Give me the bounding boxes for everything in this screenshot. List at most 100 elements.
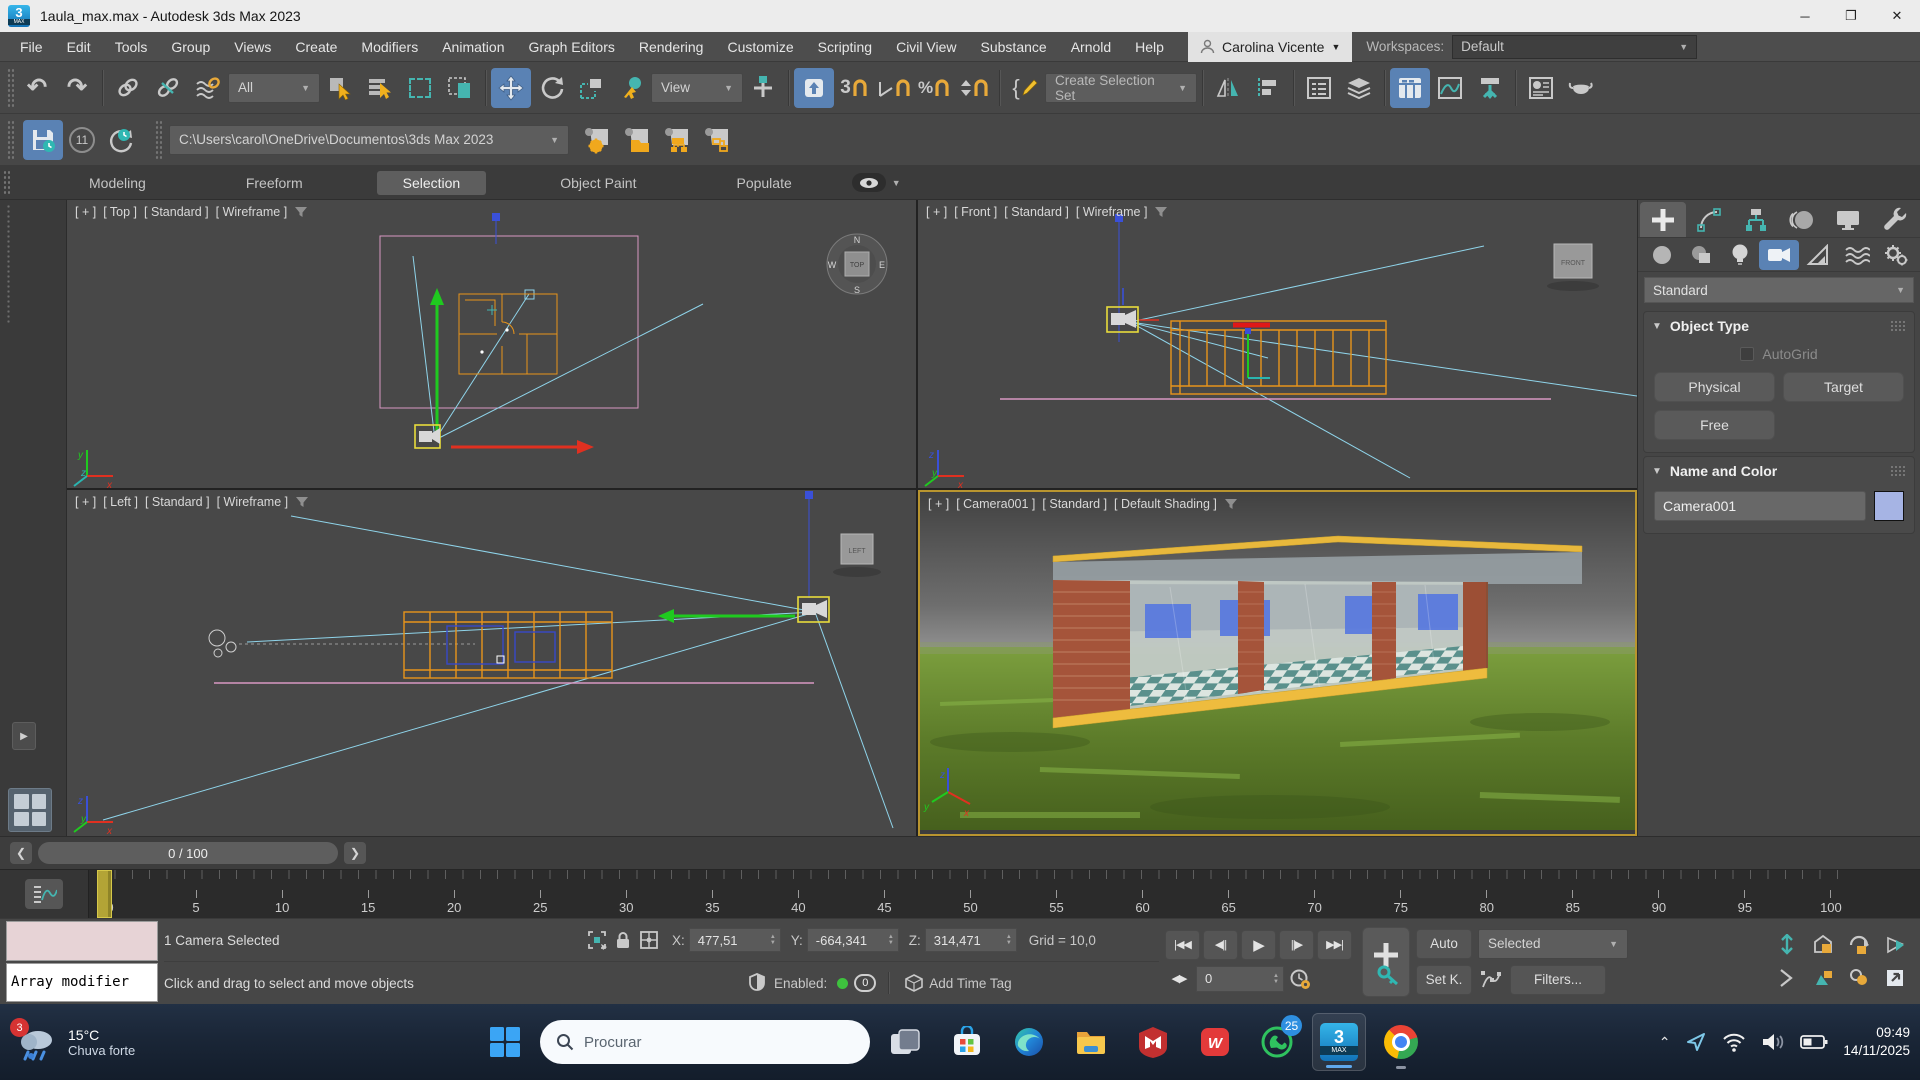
- select-and-scale-icon[interactable]: [571, 68, 611, 108]
- z-coordinate-field[interactable]: 314,471 ▲▼: [925, 928, 1017, 952]
- free-camera-button[interactable]: Free: [1654, 410, 1775, 440]
- wifi-icon[interactable]: [1722, 1032, 1746, 1052]
- viewport-menu-renderer[interactable]: [ Standard ]: [145, 495, 210, 509]
- menu-item[interactable]: Rendering: [627, 32, 716, 62]
- viewport-left[interactable]: [ + ] [ Left ] [ Standard ] [ Wireframe …: [67, 490, 916, 836]
- rectangular-selection-region-icon[interactable]: [400, 68, 440, 108]
- current-frame-field[interactable]: 0 ▲▼: [1196, 966, 1284, 992]
- volume-icon[interactable]: [1761, 1032, 1785, 1052]
- key-mode-toggle-icon[interactable]: ◀▶: [1165, 964, 1193, 994]
- chevron-down-icon[interactable]: ▼: [892, 178, 901, 188]
- menu-item[interactable]: Help: [1123, 32, 1176, 62]
- menu-item[interactable]: Civil View: [884, 32, 968, 62]
- go-to-end-icon[interactable]: ▶▶|: [1317, 930, 1352, 960]
- ribbon-config-eye-dropdown[interactable]: [852, 173, 886, 192]
- project-settings-icon[interactable]: [577, 120, 617, 160]
- walk-through-icon[interactable]: [1844, 964, 1874, 992]
- y-coordinate-field[interactable]: -664,341 ▲▼: [807, 928, 899, 952]
- selection-lock-icon[interactable]: [610, 928, 636, 952]
- spinner-snap-toggle-icon[interactable]: [954, 68, 994, 108]
- viewport-filter-icon[interactable]: [1154, 206, 1168, 218]
- building-side-wire[interactable]: [404, 612, 612, 678]
- menu-item[interactable]: Create: [283, 32, 349, 62]
- next-frame-icon[interactable]: ||▶: [1279, 930, 1314, 960]
- toggle-scene-explorer-icon[interactable]: [1299, 68, 1339, 108]
- previous-frame-icon[interactable]: ◀||: [1203, 930, 1238, 960]
- orbit-icon[interactable]: [1844, 931, 1874, 959]
- auto-key-button[interactable]: Auto: [1416, 929, 1472, 959]
- undo-history-icon[interactable]: [101, 120, 141, 160]
- viewcube[interactable]: LEFT: [833, 534, 881, 577]
- material-editor-icon[interactable]: [1521, 68, 1561, 108]
- viewcube[interactable]: FRONT: [1547, 244, 1599, 291]
- time-slider-handle[interactable]: [97, 870, 112, 918]
- toolbar-drag-handle[interactable]: [155, 120, 162, 160]
- category-geometry[interactable]: [1642, 240, 1681, 270]
- category-space-warps[interactable]: [1838, 240, 1877, 270]
- viewport-menu-pov[interactable]: [ Camera001 ]: [956, 497, 1035, 511]
- viewport-front[interactable]: [ + ] [ Front ] [ Standard ] [ Wireframe…: [918, 200, 1637, 488]
- category-cameras[interactable]: [1759, 240, 1798, 270]
- name-and-color-rollout-header[interactable]: ▼ Name and Color: [1644, 457, 1914, 485]
- rollout-drag-grip[interactable]: [1890, 465, 1906, 477]
- viewport-left-canvas[interactable]: LEFT z x y: [67, 490, 916, 836]
- edge-browser-button[interactable]: [1002, 1013, 1056, 1071]
- ribbon-tab[interactable]: Freeform: [220, 171, 329, 195]
- tab-utilities[interactable]: [1872, 202, 1918, 237]
- select-and-link-icon[interactable]: [108, 68, 148, 108]
- absolute-mode-icon[interactable]: [636, 928, 662, 952]
- spinner-icon[interactable]: ▲▼: [770, 934, 776, 946]
- reference-coordinate-system-dropdown[interactable]: View ▼: [651, 73, 743, 103]
- building-elevation-wire[interactable]: [1171, 321, 1386, 394]
- camera-object[interactable]: [798, 597, 829, 622]
- degradation-counter[interactable]: 0: [854, 974, 876, 992]
- object-class-dropdown[interactable]: Standard ▼: [1644, 277, 1914, 303]
- menu-item[interactable]: Scripting: [806, 32, 884, 62]
- target-camera-button[interactable]: Target: [1783, 372, 1904, 402]
- align-icon[interactable]: [1248, 68, 1288, 108]
- microsoft-store-button[interactable]: [940, 1013, 994, 1071]
- select-and-rotate-icon[interactable]: [531, 68, 571, 108]
- filters-button[interactable]: Filters...: [1510, 965, 1606, 995]
- go-to-start-icon[interactable]: |◀◀: [1165, 930, 1200, 960]
- move-gizmo[interactable]: [430, 288, 594, 454]
- toolbar-drag-handle[interactable]: [3, 170, 10, 196]
- clock[interactable]: 09:49 14/11/2025: [1843, 1024, 1910, 1060]
- search-input[interactable]: [584, 1034, 824, 1051]
- building-plan-wire[interactable]: [459, 294, 557, 374]
- isolate-selection-icon[interactable]: [584, 928, 610, 952]
- tab-display[interactable]: [1825, 202, 1871, 237]
- viewport-camera-canvas[interactable]: z x y: [920, 492, 1635, 830]
- select-and-move-icon[interactable]: [491, 68, 531, 108]
- viewport-menu-renderer[interactable]: [ Standard ]: [1042, 497, 1107, 511]
- viewport-menu-pov[interactable]: [ Top ]: [103, 205, 137, 219]
- set-keys-button[interactable]: [1362, 927, 1410, 997]
- select-object-icon[interactable]: [320, 68, 360, 108]
- chrome-button[interactable]: [1374, 1013, 1428, 1071]
- next-frame-button[interactable]: ❯: [344, 842, 366, 864]
- object-type-rollout-header[interactable]: ▼ Object Type: [1644, 312, 1914, 340]
- toolbar-drag-handle[interactable]: [7, 120, 14, 160]
- toggle-layer-explorer-icon[interactable]: [1339, 68, 1379, 108]
- object-name-field[interactable]: Camera001: [1654, 491, 1866, 521]
- wps-office-button[interactable]: W: [1188, 1013, 1242, 1071]
- viewport-filter-icon[interactable]: [295, 496, 309, 508]
- tab-modify[interactable]: [1686, 202, 1732, 237]
- viewport-layout-tabs-button[interactable]: [8, 788, 52, 832]
- target-gizmo[interactable]: [492, 213, 500, 244]
- schematic-view-icon[interactable]: [1470, 68, 1510, 108]
- unlink-selection-icon[interactable]: [148, 68, 188, 108]
- mirror-icon[interactable]: [1208, 68, 1248, 108]
- move-gizmo[interactable]: [658, 609, 795, 623]
- snaps-toggle-icon[interactable]: 3: [834, 68, 874, 108]
- user-account-menu[interactable]: Carolina Vicente ▼: [1188, 32, 1352, 62]
- window-crossing-icon[interactable]: [440, 68, 480, 108]
- viewport-filter-icon[interactable]: [294, 206, 308, 218]
- bind-to-space-warp-icon[interactable]: [188, 68, 228, 108]
- camera-frustum-wire[interactable]: [1130, 246, 1637, 478]
- ribbon-tab[interactable]: Selection: [377, 171, 487, 195]
- field-of-view-icon[interactable]: [1880, 931, 1910, 959]
- viewport-menu-general[interactable]: [ + ]: [926, 205, 947, 219]
- 3ds-max-taskbar-button[interactable]: 3 MAX: [1312, 1013, 1366, 1071]
- viewport-menu-general[interactable]: [ + ]: [928, 497, 949, 511]
